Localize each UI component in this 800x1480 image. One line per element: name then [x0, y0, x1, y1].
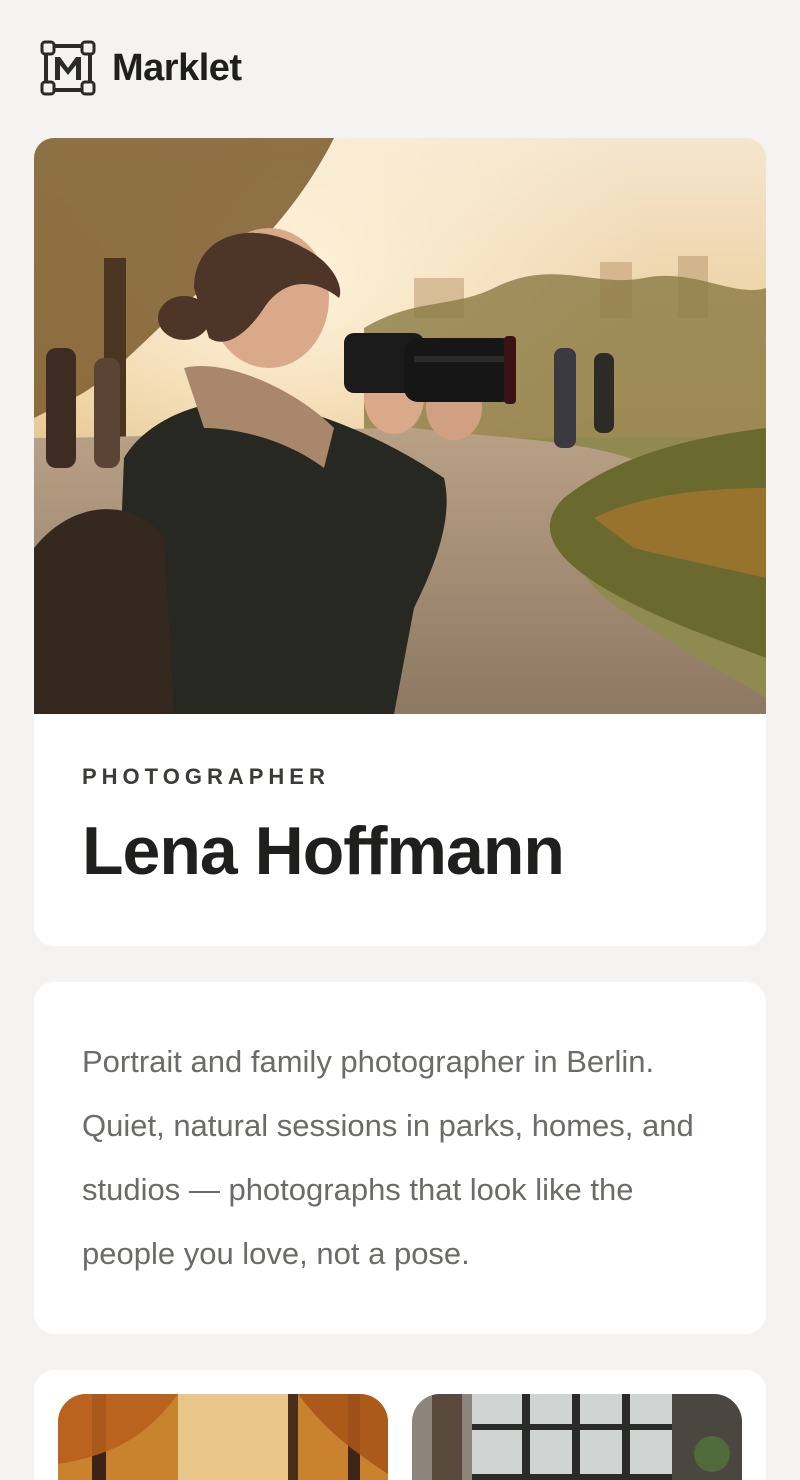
bio-card: Portrait and family photographer in Berl…	[34, 982, 766, 1334]
profile-role: PHOTOGRAPHER	[82, 764, 330, 789]
profile-name: Lena Hoffmann	[82, 813, 565, 889]
window-interior-photo	[412, 1394, 742, 1480]
header: Marklet	[40, 40, 242, 96]
photographer-portrait-photo	[34, 138, 766, 714]
profile-card: PHOTOGRAPHER Lena Hoffmann	[34, 138, 766, 946]
bio-text: Portrait and family photographer in Berl…	[82, 1044, 694, 1271]
gallery-item[interactable]	[58, 1394, 388, 1480]
marklet-logo-icon[interactable]	[40, 40, 96, 96]
autumn-forest-photo	[58, 1394, 388, 1480]
brand-name[interactable]: Marklet	[112, 47, 242, 90]
gallery-card	[34, 1370, 766, 1480]
gallery-item[interactable]	[412, 1394, 742, 1480]
profile-page: Marklet PHOTOGRAPHER Lena Hoffmann Portr…	[0, 0, 800, 1480]
